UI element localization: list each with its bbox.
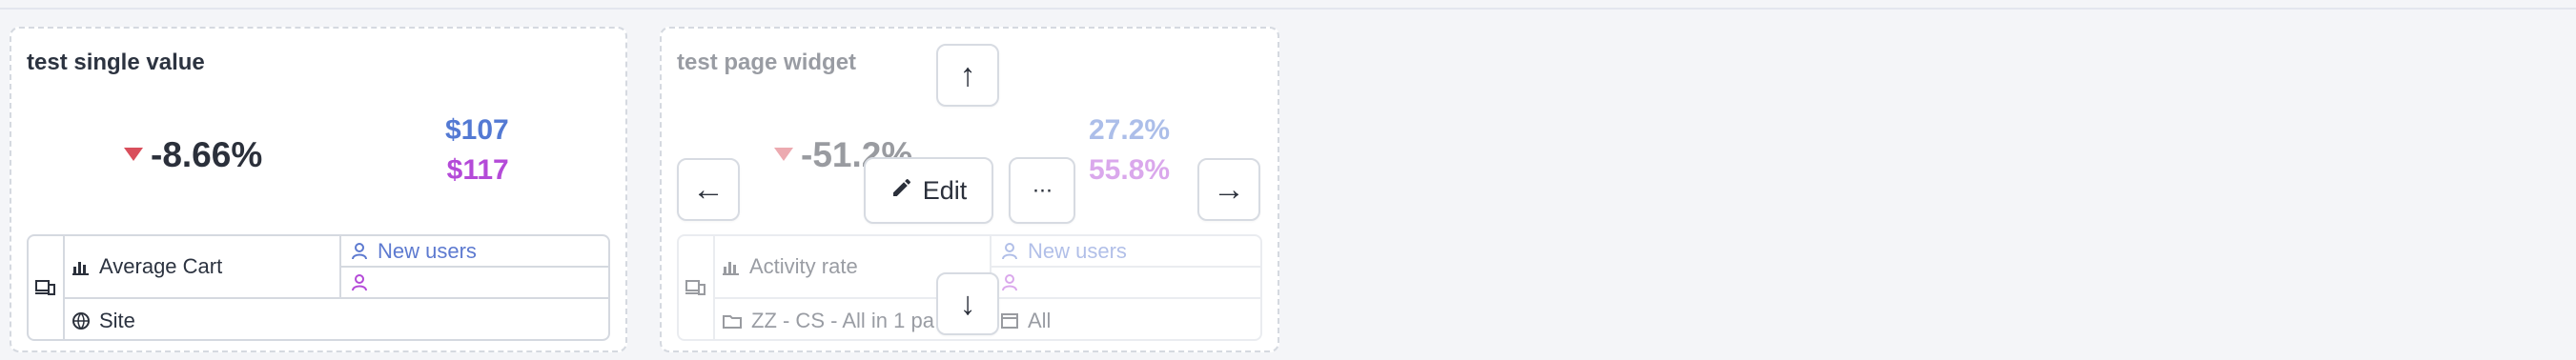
devices-icon: [29, 236, 65, 339]
widget-details-table: Average Cart New users Site: [27, 234, 610, 341]
secondary-value-2: 55.8%: [1089, 154, 1171, 186]
filter-cell: All: [1001, 299, 1230, 339]
arrow-down-icon: ↓: [959, 286, 976, 322]
move-up-button[interactable]: ↑: [936, 44, 999, 107]
user-icon: [351, 242, 368, 260]
arrow-right-icon: →: [1213, 171, 1245, 208]
segment-cell-1: New users: [1001, 236, 1249, 266]
scope-row: Site: [63, 299, 608, 339]
edit-button[interactable]: Edit: [864, 157, 993, 224]
segment-label-1: New users: [378, 238, 477, 263]
filter-label: All: [1028, 309, 1052, 332]
segment-label-1: New users: [1028, 238, 1127, 263]
arrow-left-icon: ←: [692, 171, 725, 208]
move-down-button[interactable]: ↓: [936, 272, 999, 335]
top-divider: [0, 8, 2576, 10]
secondary-value-1: 27.2%: [1089, 114, 1171, 146]
folder-icon: [723, 312, 742, 330]
down-triangle-icon: [124, 148, 143, 163]
pencil-icon: [890, 176, 913, 206]
metric-label: Average Cart: [99, 254, 223, 278]
user-icon: [351, 273, 368, 291]
metric-row: Average Cart New users: [63, 236, 608, 299]
user-icon: [1001, 273, 1018, 291]
segment-cell-1: New users: [351, 236, 599, 266]
window-icon: [1001, 312, 1018, 330]
single-value-widget: test single value -8.66% $107 $117 Avera…: [10, 27, 627, 352]
widget-title: test single value: [27, 50, 205, 75]
secondary-value-2: $117: [446, 154, 509, 186]
primary-metric: -8.66%: [124, 135, 262, 175]
primary-value: -8.66%: [151, 135, 263, 174]
down-triangle-icon: [774, 148, 793, 163]
scope-label: ZZ - CS - All in 1 pa: [751, 309, 934, 332]
globe-icon: [72, 312, 90, 330]
bar-chart-icon: [72, 258, 90, 275]
segment-cell-2: [1001, 268, 1249, 297]
move-right-button[interactable]: →: [1197, 158, 1260, 221]
segment-cell-2: [351, 268, 599, 297]
metric-cell: Average Cart: [72, 236, 330, 297]
devices-icon: [679, 236, 715, 339]
move-left-button[interactable]: ←: [677, 158, 740, 221]
secondary-values: 27.2% 55.8%: [1089, 114, 1170, 187]
bar-chart-icon: [723, 258, 740, 275]
edit-label: Edit: [922, 175, 968, 205]
more-options-button[interactable]: ···: [1009, 157, 1075, 224]
scope-label: Site: [99, 309, 135, 332]
metric-label: Activity rate: [749, 254, 858, 278]
widget-title: test page widget: [677, 50, 857, 75]
secondary-value-1: $107: [445, 114, 509, 146]
more-icon: ···: [1032, 177, 1053, 203]
arrow-up-icon: ↑: [959, 57, 976, 93]
secondary-values: $107 $117: [445, 114, 509, 187]
user-icon: [1001, 242, 1018, 260]
scope-cell: Site: [72, 299, 339, 339]
